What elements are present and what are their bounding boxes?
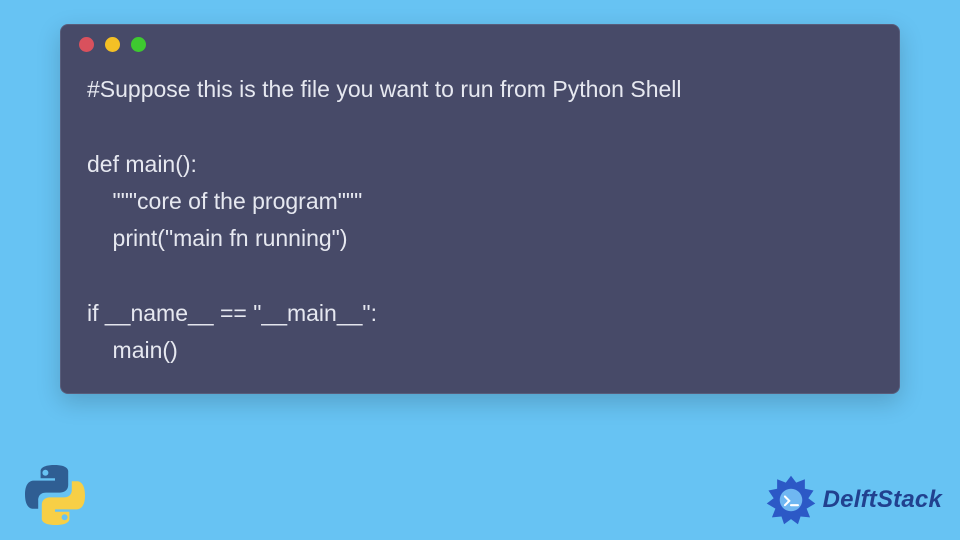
python-logo-icon xyxy=(22,462,88,528)
code-line xyxy=(87,257,873,294)
brand-name: DelftStack xyxy=(823,486,942,514)
code-line: main() xyxy=(87,332,873,369)
brand-logo: DelftStack xyxy=(765,474,942,526)
window-titlebar xyxy=(61,25,899,63)
close-icon xyxy=(79,37,94,52)
code-line xyxy=(87,108,873,145)
minimize-icon xyxy=(105,37,120,52)
code-line: """core of the program""" xyxy=(87,183,873,220)
code-line: if __name__ == "__main__": xyxy=(87,295,873,332)
code-window: #Suppose this is the file you want to ru… xyxy=(60,24,900,394)
maximize-icon xyxy=(131,37,146,52)
code-line: #Suppose this is the file you want to ru… xyxy=(87,71,873,108)
code-line: print("main fn running") xyxy=(87,220,873,257)
code-line: def main(): xyxy=(87,146,873,183)
brand-badge-icon xyxy=(765,474,817,526)
code-body: #Suppose this is the file you want to ru… xyxy=(61,63,899,393)
